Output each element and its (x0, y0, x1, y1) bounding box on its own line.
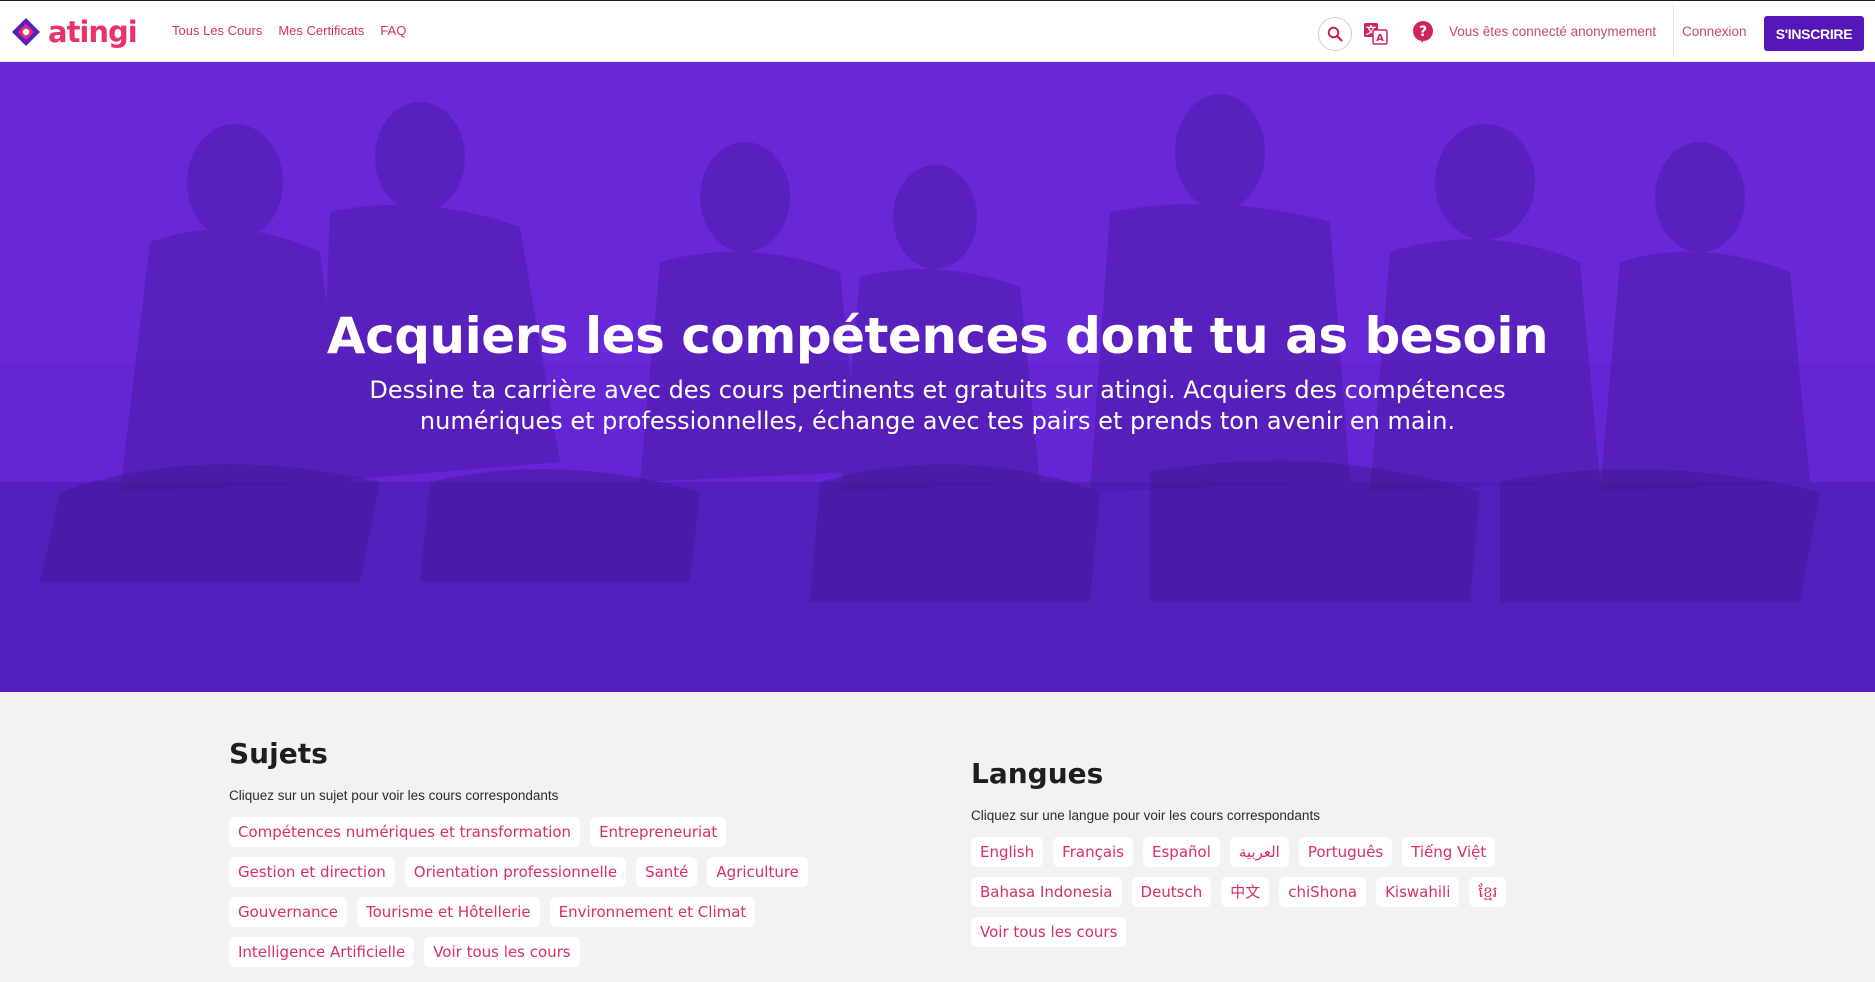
svg-text:?: ? (1419, 24, 1427, 40)
language-chip-swahili[interactable]: Kiswahili (1376, 877, 1460, 907)
language-chip-indonesian[interactable]: Bahasa Indonesia (971, 877, 1122, 907)
main-nav: Tous Les Cours Mes Certificats FAQ (172, 23, 406, 38)
help-icon[interactable]: ? (1411, 20, 1435, 44)
hero-title: Acquiers les compétences dont tu as beso… (326, 307, 1549, 365)
nav-faq[interactable]: FAQ (380, 23, 406, 38)
language-chip-german[interactable]: Deutsch (1131, 877, 1212, 907)
subjects-section: Sujets Cliquez sur un sujet pour voir le… (229, 737, 889, 967)
language-chip-portuguese[interactable]: Português (1298, 837, 1393, 867)
languages-section: Langues Cliquez sur une langue pour voir… (971, 757, 1531, 947)
login-link[interactable]: Connexion (1682, 24, 1747, 39)
subjects-title: Sujets (229, 737, 328, 770)
language-chip-list: English Français Español العربية Portugu… (971, 837, 1531, 947)
anonymous-status-text: Vous êtes connecté anonymement (1449, 24, 1657, 39)
language-chip-khmer[interactable]: ខ្មែរ (1469, 877, 1507, 907)
search-button[interactable] (1318, 17, 1352, 51)
language-chip-arabic[interactable]: العربية (1229, 837, 1289, 867)
subject-chip-health[interactable]: Santé (636, 857, 698, 887)
subject-chip-digital-skills[interactable]: Compétences numériques et transformation (229, 817, 581, 847)
languages-title: Langues (971, 757, 1104, 790)
subject-chip-governance[interactable]: Gouvernance (229, 897, 347, 927)
header-divider (1673, 5, 1674, 57)
language-chip-chinese[interactable]: 中文 (1221, 877, 1270, 907)
nav-my-certificates[interactable]: Mes Certificats (278, 23, 364, 38)
language-chip-all-courses[interactable]: Voir tous les cours (971, 917, 1127, 947)
subject-chip-list: Compétences numériques et transformation… (229, 817, 889, 967)
top-navigation-bar: atingi Tous Les Cours Mes Certificats FA… (0, 0, 1875, 62)
hero-banner: Acquiers les compétences dont tu as beso… (0, 62, 1875, 692)
subject-chip-tourism[interactable]: Tourisme et Hôtellerie (357, 897, 540, 927)
subject-chip-all-courses[interactable]: Voir tous les cours (424, 937, 580, 967)
nav-all-courses[interactable]: Tous Les Cours (172, 23, 262, 38)
subjects-subtitle: Cliquez sur un sujet pour voir les cours… (229, 788, 559, 803)
atingi-logo[interactable]: atingi (10, 15, 138, 49)
subject-chip-career-orientation[interactable]: Orientation professionnelle (404, 857, 627, 887)
search-icon (1327, 26, 1343, 42)
languages-subtitle: Cliquez sur une langue pour voir les cou… (971, 808, 1320, 823)
svg-text:A: A (1376, 33, 1384, 44)
translate-icon[interactable]: 文 A (1363, 21, 1389, 45)
subject-chip-environment[interactable]: Environnement et Climat (549, 897, 756, 927)
language-chip-shona[interactable]: chiShona (1279, 877, 1367, 907)
subject-chip-agriculture[interactable]: Agriculture (707, 857, 808, 887)
subject-chip-ai[interactable]: Intelligence Artificielle (229, 937, 415, 967)
hero-subtitle: Dessine ta carrière avec des cours perti… (369, 376, 1506, 435)
language-chip-french[interactable]: Français (1053, 837, 1133, 867)
language-chip-english[interactable]: English (971, 837, 1044, 867)
language-chip-spanish[interactable]: Español (1143, 837, 1220, 867)
atingi-logo-icon (12, 18, 40, 46)
subject-chip-entrepreneurship[interactable]: Entrepreneuriat (590, 817, 727, 847)
subject-chip-management[interactable]: Gestion et direction (229, 857, 395, 887)
signup-button[interactable]: S'INSCRIRE (1764, 16, 1864, 51)
language-chip-vietnamese[interactable]: Tiếng Việt (1402, 837, 1496, 867)
logo-text: atingi (48, 15, 138, 49)
